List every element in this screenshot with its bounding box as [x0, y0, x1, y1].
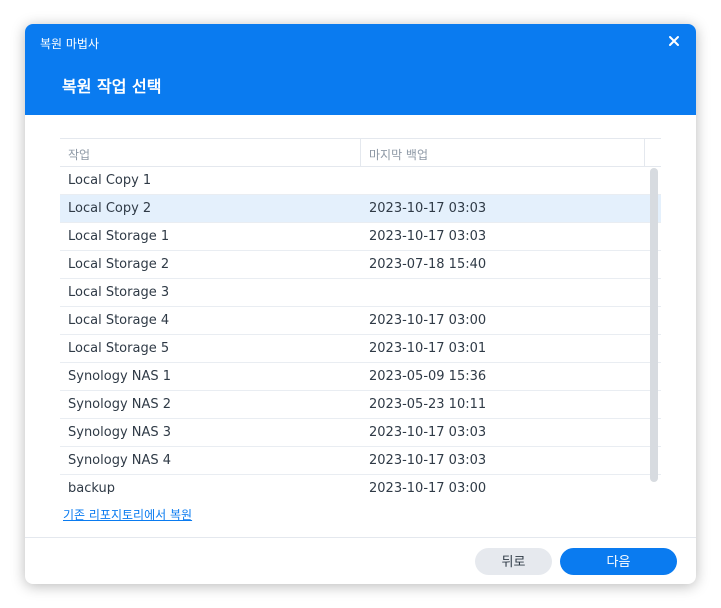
table-row[interactable]: Synology NAS 4 2023-10-17 03:03: [60, 447, 661, 475]
column-header-job[interactable]: 작업: [68, 146, 90, 163]
job-name-cell: Local Storage 5: [68, 341, 170, 356]
table-row[interactable]: Synology NAS 3 2023-10-17 03:03: [60, 419, 661, 447]
table-row[interactable]: Local Storage 5 2023-10-17 03:01: [60, 335, 661, 363]
job-name-cell: Synology NAS 3: [68, 425, 172, 440]
next-button[interactable]: 다음: [560, 548, 677, 575]
back-button[interactable]: 뒤로: [475, 548, 552, 575]
table-body: Local Copy 1 Local Copy 2 2023-10-17 03:03…: [60, 167, 661, 494]
job-name-cell: Synology NAS 1: [68, 369, 172, 384]
restore-from-existing-repository-link[interactable]: 기존 리포지토리에서 복원: [63, 506, 192, 523]
table-row[interactable]: Local Copy 2 2023-10-17 03:03: [60, 195, 661, 223]
step-title: 복원 작업 선택: [62, 77, 162, 96]
last-backup-cell: 2023-05-23 10:11: [369, 397, 487, 412]
job-name-cell: Local Storage 1: [68, 229, 170, 244]
last-backup-cell: 2023-10-17 03:01: [369, 341, 487, 356]
column-header-last-backup[interactable]: 마지막 백업: [369, 146, 428, 163]
table-header: 작업 마지막 백업: [60, 139, 661, 167]
table-row[interactable]: backup 2023-10-17 03:00: [60, 475, 661, 494]
last-backup-cell: 2023-05-09 15:36: [369, 369, 487, 384]
last-backup-cell: 2023-10-17 03:00: [369, 313, 487, 328]
last-backup-cell: 2023-07-18 15:40: [369, 257, 487, 272]
footer-divider: [25, 537, 696, 538]
table-row[interactable]: Local Copy 1: [60, 167, 661, 195]
job-name-cell: Local Copy 2: [68, 201, 152, 216]
column-divider: [360, 139, 361, 167]
window-title: 복원 마법사: [40, 37, 100, 51]
table-row[interactable]: Local Storage 3: [60, 279, 661, 307]
table-scrollbar[interactable]: [650, 168, 658, 482]
last-backup-cell: 2023-10-17 03:03: [369, 201, 487, 216]
job-name-cell: Local Storage 4: [68, 313, 170, 328]
table-row[interactable]: Local Storage 4 2023-10-17 03:00: [60, 307, 661, 335]
table-row[interactable]: Synology NAS 1 2023-05-09 15:36: [60, 363, 661, 391]
close-icon: [669, 36, 679, 46]
last-backup-cell: 2023-10-17 03:03: [369, 229, 487, 244]
table-row[interactable]: Local Storage 2 2023-07-18 15:40: [60, 251, 661, 279]
job-name-cell: Local Storage 3: [68, 285, 170, 300]
table-row[interactable]: Synology NAS 2 2023-05-23 10:11: [60, 391, 661, 419]
job-name-cell: Local Storage 2: [68, 257, 170, 272]
last-backup-cell: 2023-10-17 03:03: [369, 453, 487, 468]
job-name-cell: Local Copy 1: [68, 173, 152, 188]
job-name-cell: backup: [68, 481, 115, 494]
last-backup-cell: 2023-10-17 03:03: [369, 425, 487, 440]
job-name-cell: Synology NAS 2: [68, 397, 172, 412]
last-backup-cell: 2023-10-17 03:00: [369, 481, 487, 494]
job-name-cell: Synology NAS 4: [68, 453, 172, 468]
dialog-header: 복원 마법사 복원 작업 선택: [25, 24, 696, 115]
close-button[interactable]: [666, 33, 682, 49]
table-row[interactable]: Local Storage 1 2023-10-17 03:03: [60, 223, 661, 251]
backup-job-table: 작업 마지막 백업 Local Copy 1 Local Copy 2 2023-1…: [60, 138, 661, 494]
restore-wizard-dialog: 복원 마법사 복원 작업 선택 작업 마지막 백업 Local Copy 1 Lo…: [25, 24, 696, 584]
column-divider: [644, 139, 645, 167]
